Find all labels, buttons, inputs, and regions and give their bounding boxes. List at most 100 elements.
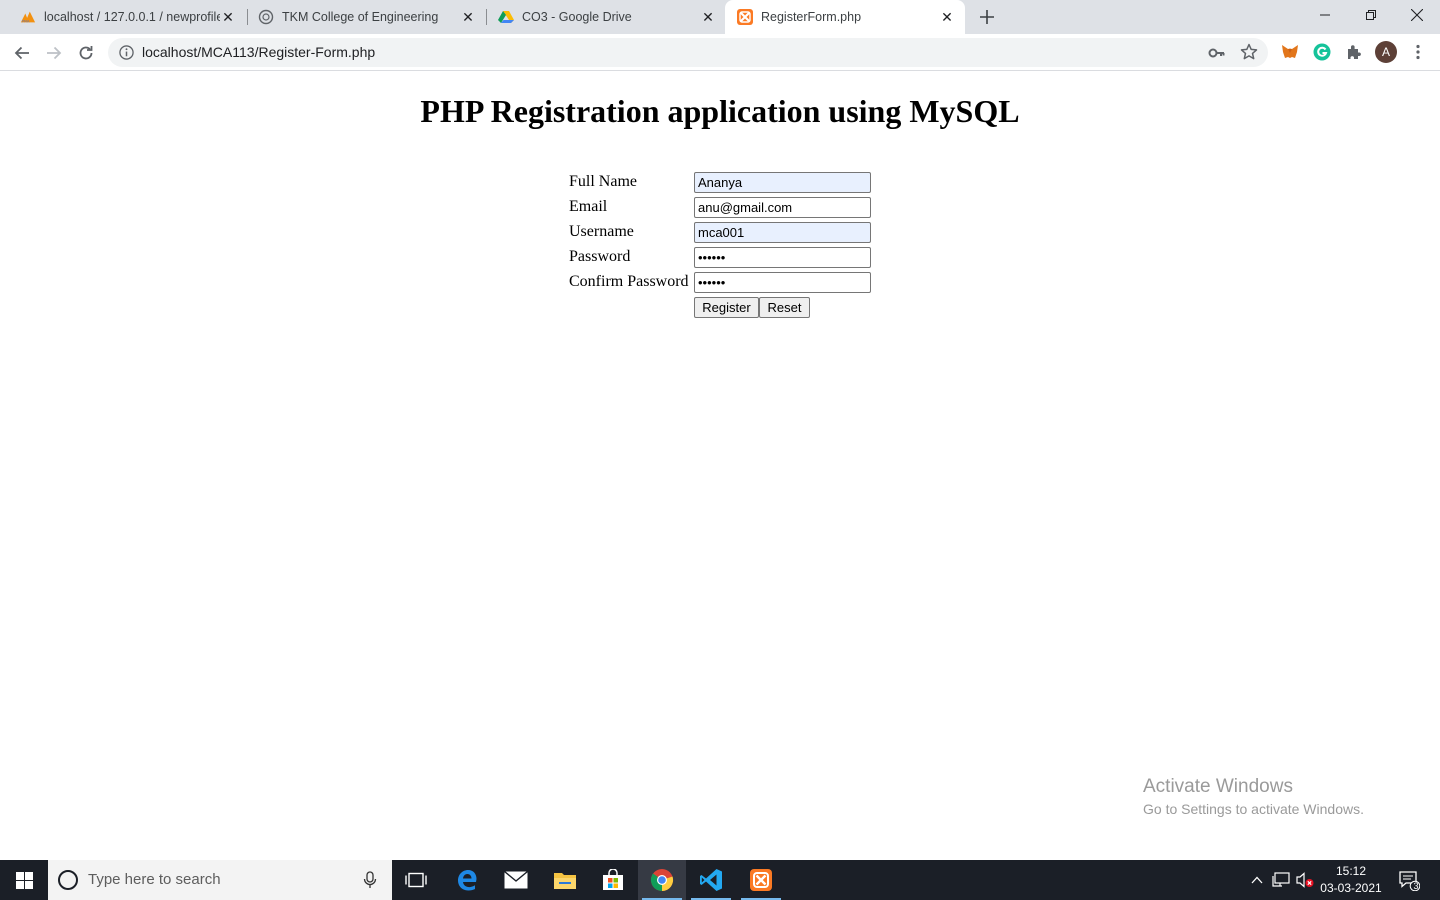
- minimize-icon: [1320, 14, 1330, 16]
- minimize-button[interactable]: [1302, 0, 1348, 30]
- avatar-initial: A: [1381, 45, 1390, 59]
- volume-muted-icon: [1296, 872, 1314, 888]
- grammarly-icon[interactable]: [1312, 42, 1332, 62]
- password-field[interactable]: [694, 247, 871, 268]
- confirm-password-field[interactable]: [694, 272, 871, 293]
- tab-title: RegisterForm.php: [761, 10, 862, 24]
- tab-title: localhost / 127.0.0.1 / newprofile: [44, 10, 220, 24]
- address-bar[interactable]: localhost/MCA113/Register-Form.php: [108, 38, 1268, 67]
- cortana-icon: [58, 870, 78, 890]
- metamask-icon[interactable]: [1280, 42, 1300, 62]
- close-icon[interactable]: ✕: [460, 9, 476, 25]
- full-name-label: Full Name: [569, 173, 637, 190]
- show-hidden-icons-button[interactable]: [1246, 860, 1268, 900]
- tab-registerform[interactable]: RegisterForm.php ✕: [725, 0, 965, 34]
- store-icon: [603, 869, 623, 890]
- watermark-subtitle: Go to Settings to activate Windows.: [1143, 801, 1364, 817]
- form-row-email: Email: [569, 197, 889, 219]
- clock-date: 03-03-2021: [1320, 881, 1382, 895]
- search-placeholder: Type here to search: [88, 871, 221, 888]
- xampp-icon: [737, 9, 753, 25]
- action-center-button[interactable]: 3: [1394, 860, 1424, 900]
- mail-icon: [504, 871, 528, 889]
- file-explorer-button[interactable]: [541, 860, 589, 900]
- close-icon[interactable]: ✕: [700, 9, 716, 25]
- plus-icon: [980, 10, 994, 24]
- tab-title: CO3 - Google Drive: [522, 10, 632, 24]
- password-label: Password: [569, 248, 631, 265]
- vscode-icon: [700, 869, 722, 891]
- network-button[interactable]: [1270, 860, 1292, 900]
- form-row-confirm-password: Confirm Password: [569, 272, 889, 294]
- restore-icon: [1366, 10, 1376, 20]
- tab-title: TKM College of Engineering: [282, 10, 439, 24]
- file-explorer-icon: [554, 873, 576, 889]
- form-row-password: Password: [569, 247, 889, 269]
- taskbar-clock[interactable]: 15:12 03-03-2021: [1316, 863, 1386, 897]
- info-icon[interactable]: [119, 45, 134, 60]
- windows-taskbar: Type here to search 15:12 03-03-2021 3: [0, 860, 1440, 900]
- username-label: Username: [569, 223, 634, 240]
- tab-strip: PMA localhost / 127.0.0.1 / newprofile ✕…: [0, 0, 1440, 34]
- chrome-icon: [650, 869, 674, 892]
- extensions-icon[interactable]: [1344, 42, 1364, 62]
- close-icon: [1411, 9, 1423, 21]
- close-window-button[interactable]: [1394, 0, 1440, 30]
- reload-icon: [79, 46, 93, 60]
- task-view-button[interactable]: [392, 860, 440, 900]
- reload-button[interactable]: [72, 39, 100, 67]
- forward-button[interactable]: [40, 39, 68, 67]
- chevron-up-icon: [1251, 876, 1263, 884]
- network-icon: [1272, 872, 1290, 887]
- confirm-password-label: Confirm Password: [569, 273, 689, 290]
- key-icon[interactable]: [1208, 44, 1226, 62]
- arrow-right-icon: [47, 46, 62, 60]
- edge-button[interactable]: [443, 860, 491, 900]
- windows-logo-icon: [15, 871, 33, 889]
- globe-icon: [258, 9, 274, 25]
- google-drive-icon: [498, 9, 514, 25]
- email-label: Email: [569, 198, 608, 215]
- start-button[interactable]: [0, 860, 48, 900]
- page-title: PHP Registration application using MySQL: [420, 93, 1020, 129]
- close-icon[interactable]: ✕: [220, 9, 236, 25]
- tab-phpmyadmin[interactable]: PMA localhost / 127.0.0.1 / newprofile ✕: [0, 0, 246, 34]
- back-button[interactable]: [8, 39, 36, 67]
- menu-button[interactable]: [1408, 42, 1428, 62]
- watermark-title: Activate Windows: [1143, 776, 1293, 797]
- register-button[interactable]: Register: [694, 297, 759, 318]
- mail-button[interactable]: [492, 860, 540, 900]
- notification-count: 3: [1413, 881, 1419, 891]
- more-vert-icon: [1416, 44, 1420, 60]
- phpmyadmin-icon: PMA: [20, 9, 36, 25]
- url-text[interactable]: localhost/MCA113/Register-Form.php: [142, 44, 375, 60]
- full-name-field[interactable]: [694, 172, 871, 193]
- restore-button[interactable]: [1348, 0, 1394, 30]
- star-icon[interactable]: [1240, 43, 1258, 61]
- vscode-button[interactable]: [687, 860, 735, 900]
- taskbar-search[interactable]: Type here to search: [48, 860, 392, 900]
- username-field[interactable]: [694, 222, 871, 243]
- email-field[interactable]: [694, 197, 871, 218]
- store-button[interactable]: [589, 860, 637, 900]
- page-content: PHP Registration application using MySQL…: [0, 71, 1440, 860]
- clock-time: 15:12: [1335, 864, 1367, 878]
- edge-icon: [458, 870, 477, 891]
- reset-button[interactable]: Reset: [759, 297, 810, 318]
- form-row-full-name: Full Name: [569, 172, 889, 194]
- svg-text:PMA: PMA: [22, 19, 30, 23]
- task-view-icon: [405, 872, 427, 888]
- chrome-button[interactable]: [638, 860, 686, 900]
- tab-tkm-college[interactable]: TKM College of Engineering ✕: [238, 0, 486, 34]
- xampp-icon: [750, 869, 772, 891]
- xampp-button[interactable]: [737, 860, 785, 900]
- form-row-username: Username: [569, 222, 889, 244]
- close-icon[interactable]: ✕: [939, 9, 955, 25]
- new-tab-button[interactable]: [975, 5, 999, 29]
- profile-avatar[interactable]: A: [1375, 41, 1397, 63]
- browser-toolbar: localhost/MCA113/Register-Form.php A: [0, 34, 1440, 71]
- activate-windows-watermark: Activate Windows Go to Settings to activ…: [1143, 776, 1364, 817]
- microphone-icon[interactable]: [362, 871, 378, 889]
- volume-button[interactable]: [1294, 860, 1316, 900]
- tab-google-drive[interactable]: CO3 - Google Drive ✕: [478, 0, 726, 34]
